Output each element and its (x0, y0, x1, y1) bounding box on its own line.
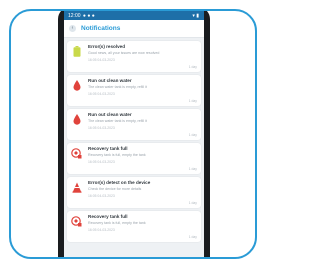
notification-description: Check the device for more details (88, 187, 142, 191)
notification-title: Run out clean water (88, 78, 132, 83)
status-icons-left: ● ● ● (82, 12, 95, 19)
notification-title: Recovery tank full (88, 146, 128, 151)
notification-body: Recovery tank full Recovery tank is full,… (88, 214, 197, 232)
warning-cone-icon (71, 182, 82, 193)
status-icons-right: ▾ ▮ (192, 12, 199, 19)
notification-body: Run out clean water The clean water tank … (88, 78, 197, 96)
status-bar-left: 12:00 ● ● ● (68, 13, 96, 19)
notification-item[interactable]: Recovery tank full Recovery tank is full,… (67, 211, 201, 242)
notification-date: 16:05 04-03-2023 (88, 125, 115, 130)
page-title: Notifications (81, 25, 121, 32)
status-time: 12:00 (68, 12, 81, 19)
status-bar-right: ▾ ▮ (192, 13, 200, 19)
notification-body: Recovery tank full Recovery tank is full,… (88, 146, 197, 164)
notification-age: 1 day (188, 201, 197, 205)
phone-screen: 12:00 ● ● ● ▾ ▮ ‹ Notifications Error(s)… (64, 11, 204, 257)
recovery-tank-icon (71, 148, 82, 159)
notification-age: 1 day (188, 133, 197, 137)
water-drop-icon (71, 80, 82, 91)
notification-title: Error(s) detect on the device (88, 180, 151, 185)
notification-age: 1 day (188, 167, 197, 171)
notification-date: 16:05 04-03-2023 (88, 227, 115, 232)
notification-item[interactable]: Run out clean water The clean water tank … (67, 75, 201, 106)
back-icon[interactable]: ‹ (69, 25, 76, 32)
recovery-tank-icon (71, 216, 82, 227)
notification-body: Error(s) resolved Good news, all your iss… (88, 44, 197, 62)
battery-icon (71, 46, 82, 57)
notification-title: Run out clean water (88, 112, 132, 117)
notification-age: 1 day (188, 99, 197, 103)
notification-date: 16:05 04-03-2023 (88, 193, 115, 198)
water-drop-icon (71, 114, 82, 125)
notification-title: Error(s) resolved (88, 44, 126, 49)
notification-date: 16:05 04-03-2023 (88, 57, 115, 62)
phone-body: 12:00 ● ● ● ▾ ▮ ‹ Notifications Error(s)… (58, 11, 210, 257)
notification-date: 16:05 04-03-2023 (88, 91, 115, 96)
notification-description: The clean water tank is empty, refill it (88, 85, 147, 89)
notification-body: Run out clean water The clean water tank … (88, 112, 197, 130)
notification-description: Recovery tank is full, empty the tank (88, 153, 146, 157)
app-bar: ‹ Notifications (64, 20, 204, 38)
notification-title: Recovery tank full (88, 214, 128, 219)
notification-item[interactable]: Error(s) detect on the device Check the d… (67, 177, 201, 208)
device-frame: 12:00 ● ● ● ▾ ▮ ‹ Notifications Error(s)… (9, 9, 257, 259)
notification-description: Recovery tank is full, empty the tank (88, 221, 146, 225)
notification-list: Error(s) resolved Good news, all your iss… (64, 38, 204, 242)
status-bar: 12:00 ● ● ● ▾ ▮ (64, 11, 204, 20)
notification-date: 16:05 04-03-2023 (88, 159, 115, 164)
notification-body: Error(s) detect on the device Check the d… (88, 180, 197, 198)
notification-age: 1 day (188, 65, 197, 69)
notification-item[interactable]: Run out clean water The clean water tank … (67, 109, 201, 140)
notification-description: Good news, all your issues are now resol… (88, 51, 160, 55)
notification-item[interactable]: Recovery tank full Recovery tank is full,… (67, 143, 201, 174)
notification-description: The clean water tank is empty, refill it (88, 119, 147, 123)
notification-item[interactable]: Error(s) resolved Good news, all your iss… (67, 41, 201, 72)
notification-age: 1 day (188, 235, 197, 239)
